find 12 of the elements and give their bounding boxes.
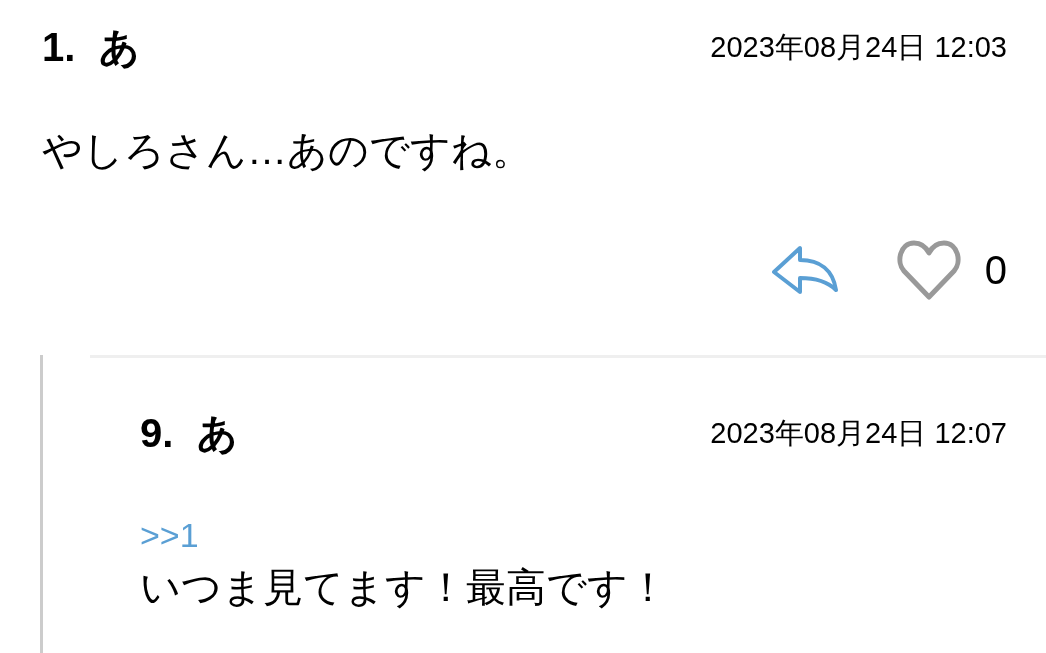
post-body: いつま見てます！最高です！: [140, 564, 668, 611]
post-number: 9.: [140, 410, 174, 457]
heart-icon[interactable]: [894, 238, 963, 302]
post-number: 1.: [42, 24, 76, 71]
reply-anchor-link[interactable]: >>1: [140, 513, 199, 557]
reply-arrow-icon[interactable]: [769, 245, 840, 295]
post-date: 2023年08月24日 12:03: [710, 30, 1007, 65]
post-body: やしろさん…あのですね。: [42, 127, 532, 174]
post-date: 2023年08月24日 12:07: [710, 416, 1007, 451]
poster-name: あ: [197, 410, 239, 457]
like-count: 0: [984, 247, 1007, 294]
poster-name: あ: [99, 24, 141, 71]
